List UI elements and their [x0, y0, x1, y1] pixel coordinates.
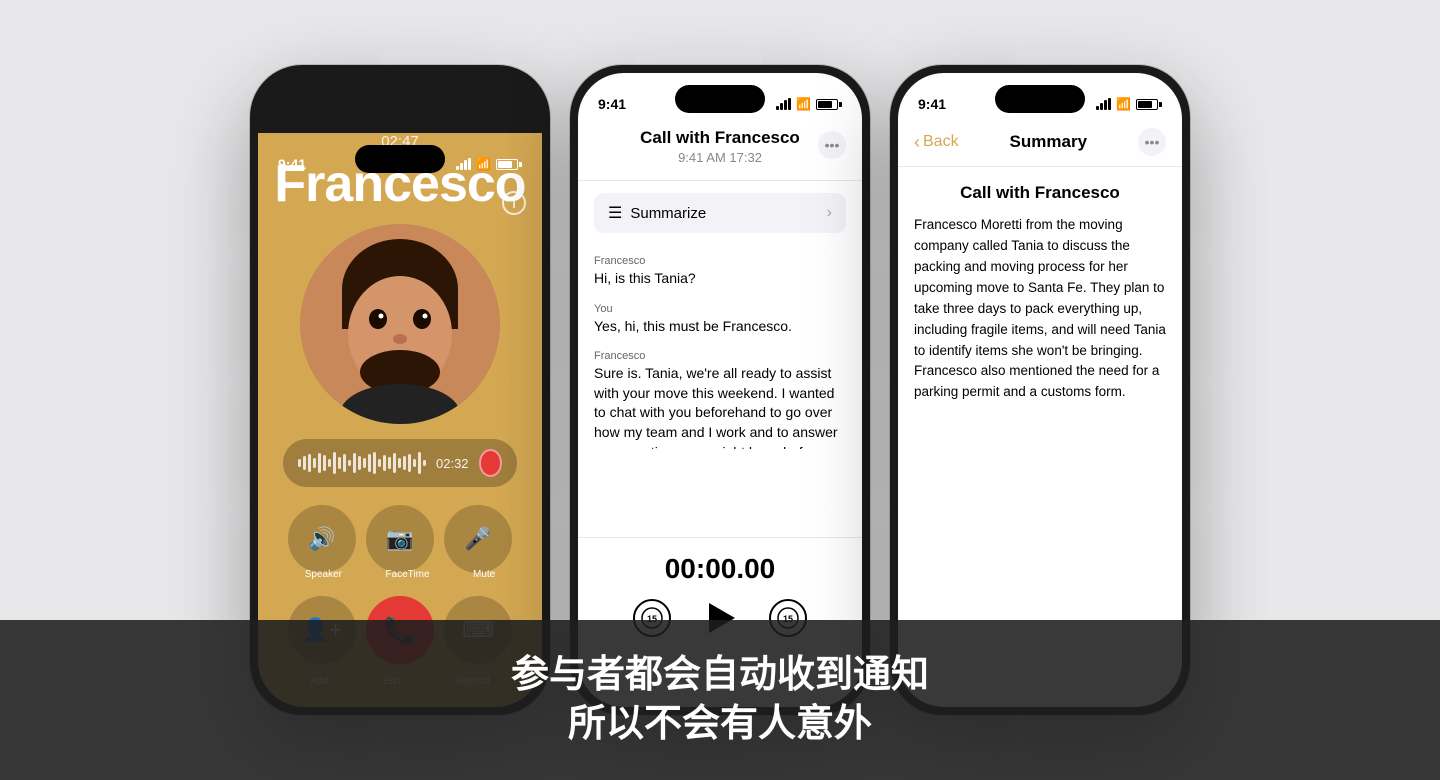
signal-icon-2 [776, 98, 791, 110]
signal-icon-1 [456, 158, 471, 170]
dynamic-island-1 [355, 145, 445, 173]
transcript-subtitle: 9:41 AM 17:32 [598, 150, 842, 165]
phone-1-screen: 9:41 📶 [258, 73, 542, 707]
phone-1: 9:41 📶 [250, 65, 550, 715]
status-icons-3: 📶 [1096, 97, 1162, 111]
wifi-icon-2: 📶 [796, 97, 811, 111]
summary-content: Call with Francesco Francesco Moretti fr… [898, 167, 1182, 419]
signal-bar-1 [456, 166, 459, 170]
phone-3-screen: 9:41 📶 [898, 73, 1182, 707]
signal-bar-3 [464, 160, 467, 170]
waveform-bar-item [298, 459, 301, 467]
transcript-messages: Francesco Hi, is this Tania? You Yes, hi… [578, 245, 862, 473]
message-1: Francesco Hi, is this Tania? [594, 255, 846, 289]
back-button[interactable]: ‹ Back [914, 132, 959, 153]
back-label: Back [923, 133, 959, 151]
msg-sender-3: Francesco [594, 350, 846, 362]
status-time-2: 9:41 [598, 96, 626, 112]
subtitle-line-2: 所以不会有人意外 [568, 700, 872, 749]
battery-icon-3 [1136, 99, 1162, 110]
record-button[interactable] [479, 449, 502, 477]
summary-nav-title: Summary [1010, 132, 1087, 152]
transcript-more-button[interactable]: ••• [818, 131, 846, 159]
mute-label: Mute [473, 569, 495, 580]
summarize-button[interactable]: ☰ Summarize › [594, 193, 846, 233]
dynamic-island-3 [995, 85, 1085, 113]
memoji-svg [300, 224, 500, 424]
transcript-title: Call with Francesco [598, 128, 842, 148]
status-icons-1: 📶 [456, 157, 522, 171]
summary-more-button[interactable]: ••• [1138, 128, 1166, 156]
video-icon: 📷 [386, 526, 413, 552]
wifi-icon-1: 📶 [476, 157, 491, 171]
info-button[interactable]: i [502, 191, 526, 215]
mute-icon: 🎤 [464, 526, 491, 552]
facetime-button[interactable]: 📷 [366, 505, 434, 573]
signal-bar-4 [468, 158, 471, 170]
signal-icon-3 [1096, 98, 1111, 110]
subtitle-overlay: 参与者都会自动收到通知 所以不会有人意外 [0, 620, 1440, 780]
facetime-label: FaceTime [385, 569, 429, 580]
wifi-icon-3: 📶 [1116, 97, 1131, 111]
message-2: You Yes, hi, this must be Francesco. [594, 303, 846, 337]
dynamic-island-2 [675, 85, 765, 113]
waveform-visual [298, 451, 426, 475]
summary-call-title: Call with Francesco [914, 183, 1166, 203]
msg-text-1: Hi, is this Tania? [594, 269, 846, 289]
waveform-bar: 02:32 [283, 439, 517, 487]
battery-icon-2 [816, 99, 842, 110]
call-controls: 🔊 📷 🎤 [283, 505, 517, 573]
message-3: Francesco Sure is. Tania, we're all read… [594, 350, 846, 449]
summarize-label: Summarize [630, 205, 706, 222]
msg-text-2: Yes, hi, this must be Francesco. [594, 317, 846, 337]
summarize-icon: ☰ [608, 203, 622, 223]
speaker-icon: 🔊 [308, 526, 335, 552]
back-chevron-icon: ‹ [914, 132, 920, 153]
subtitle-line-1: 参与者都会自动收到通知 [511, 651, 929, 700]
summary-text: Francesco Moretti from the moving compan… [914, 215, 1166, 403]
speaker-button[interactable]: 🔊 [288, 505, 356, 573]
msg-sender-2: You [594, 303, 846, 315]
mute-button[interactable]: 🎤 [444, 505, 512, 573]
status-time-1: 9:41 [278, 156, 306, 172]
summarize-chevron-icon: › [827, 204, 832, 222]
phone-2: 9:41 📶 [570, 65, 870, 715]
msg-text-3: Sure is. Tania, we're all ready to assis… [594, 364, 846, 449]
caller-avatar [300, 224, 500, 424]
phone2-transcript: 9:41 📶 [578, 73, 862, 707]
phone-2-screen: 9:41 📶 [578, 73, 862, 707]
playback-time: 00:00.00 [665, 553, 776, 585]
waveform-time: 02:32 [436, 456, 469, 471]
msg-sender-1: Francesco [594, 255, 846, 267]
signal-bar-2 [460, 163, 463, 170]
status-icons-2: 📶 [776, 97, 842, 111]
phone3-summary: 9:41 📶 [898, 73, 1182, 707]
avatar-container [258, 224, 542, 424]
status-time-3: 9:41 [918, 96, 946, 112]
speaker-label: Speaker [305, 569, 342, 580]
summarize-left: ☰ Summarize [608, 203, 706, 223]
battery-icon-1 [496, 159, 522, 170]
phone-3: 9:41 📶 [890, 65, 1190, 715]
